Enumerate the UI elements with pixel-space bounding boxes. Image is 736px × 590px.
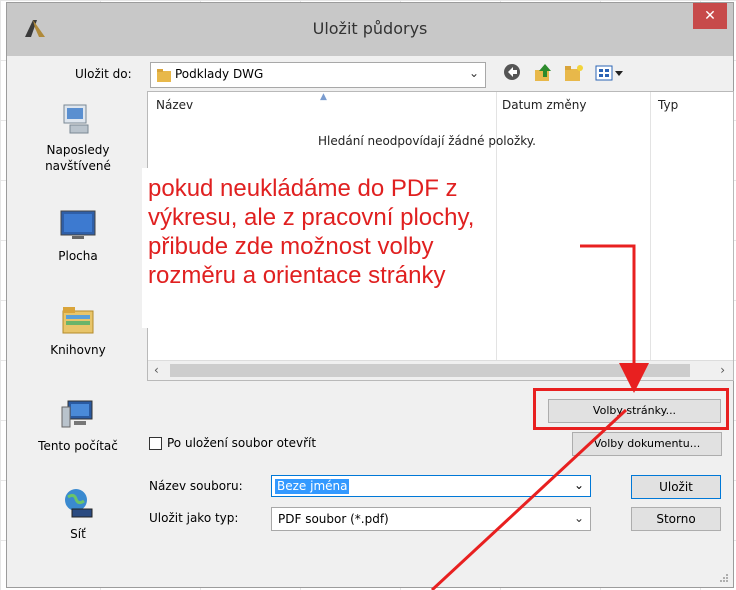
annotation-pointer-line	[430, 408, 628, 590]
highlight-box	[533, 388, 729, 430]
annotation-arrows	[430, 244, 649, 590]
annotation-arrow	[580, 244, 649, 393]
